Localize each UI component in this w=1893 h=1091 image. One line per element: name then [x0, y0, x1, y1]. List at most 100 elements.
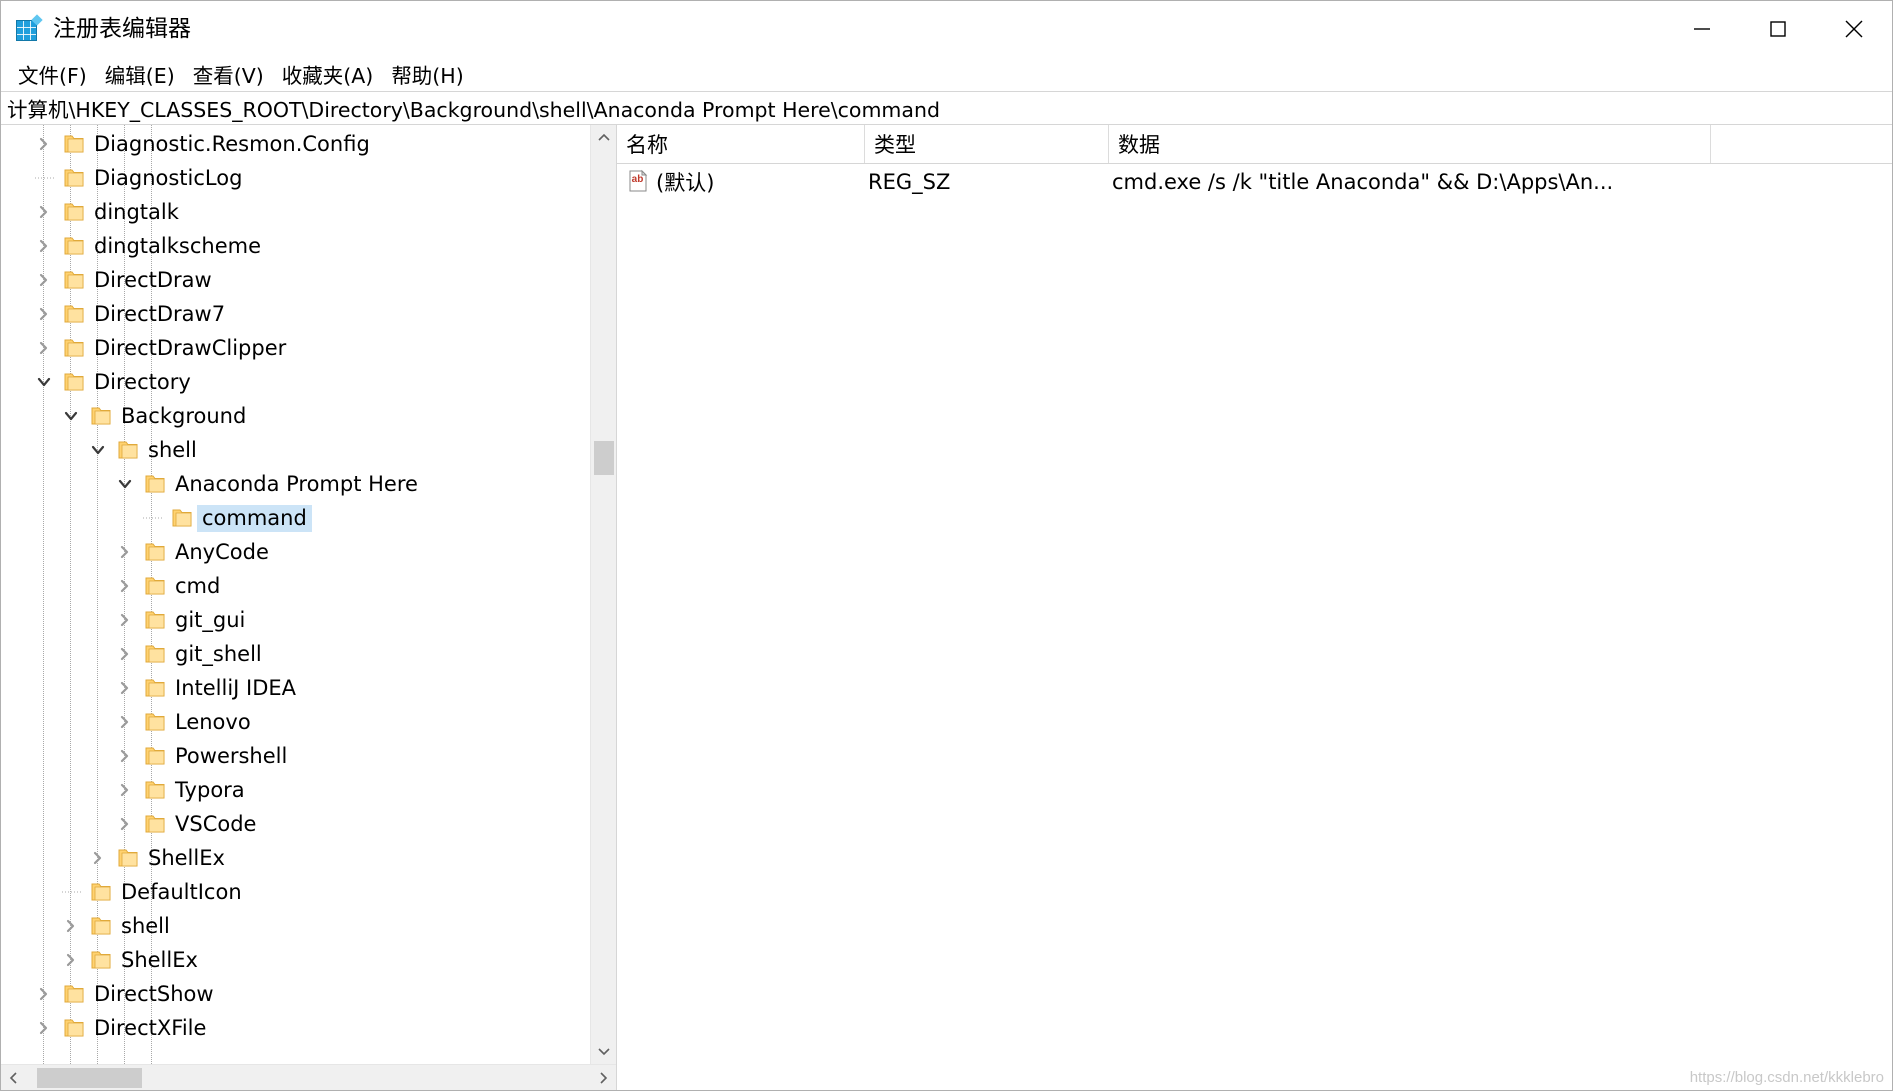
registry-values-pane: 名称 类型 数据 ab(默认)REG_SZcmd.exe /s /k "titl… — [617, 125, 1892, 1090]
tree-expand-toggle[interactable] — [110, 773, 140, 807]
chevron-right-icon — [37, 272, 51, 288]
scroll-down-button[interactable] — [591, 1038, 617, 1064]
folder-icon — [63, 1018, 85, 1038]
tree-connector-icon — [139, 501, 165, 535]
chevron-left-icon — [9, 1071, 19, 1085]
tree-expand-toggle[interactable] — [29, 977, 59, 1011]
folder-icon — [144, 712, 166, 732]
tree-item-dingtalk[interactable]: dingtalk — [1, 195, 590, 229]
tree-vscroll-track[interactable] — [591, 151, 617, 1038]
title-bar: 注册表编辑器 — [1, 1, 1892, 57]
tree-item-directxfile[interactable]: DirectXFile — [1, 1011, 590, 1045]
tree-item-label: git_shell — [170, 641, 267, 668]
values-list[interactable]: ab(默认)REG_SZcmd.exe /s /k "title Anacond… — [617, 164, 1892, 1090]
scroll-up-button[interactable] — [591, 125, 617, 151]
folder-icon — [144, 814, 166, 834]
tree-expand-toggle[interactable] — [29, 195, 59, 229]
tree-item-anycode[interactable]: AnyCode — [1, 535, 590, 569]
tree-expand-toggle[interactable] — [110, 671, 140, 705]
tree-hscroll-track[interactable] — [27, 1065, 590, 1091]
folder-icon — [140, 467, 170, 501]
tree-expand-toggle[interactable] — [110, 603, 140, 637]
maximize-button[interactable] — [1740, 1, 1816, 57]
tree-item-label: Anaconda Prompt Here — [170, 471, 423, 498]
tree-item-shellex[interactable]: ShellEx — [1, 943, 590, 977]
tree-item-anaconda-prompt-here[interactable]: Anaconda Prompt Here — [1, 467, 590, 501]
menu-view[interactable]: 查看(V) — [184, 57, 273, 91]
tree-expand-toggle[interactable] — [110, 637, 140, 671]
tree-item-lenovo[interactable]: Lenovo — [1, 705, 590, 739]
tree-expand-toggle[interactable] — [29, 127, 59, 161]
tree-expand-toggle[interactable] — [29, 331, 59, 365]
chevron-right-icon — [37, 1020, 51, 1036]
tree-expand-toggle[interactable] — [29, 1011, 59, 1045]
menu-favorites[interactable]: 收藏夹(A) — [273, 57, 383, 91]
tree-vertical-scrollbar[interactable] — [590, 125, 616, 1064]
tree-item-dingtalkscheme[interactable]: dingtalkscheme — [1, 229, 590, 263]
tree-item-label: Background — [116, 403, 251, 430]
chevron-right-icon — [118, 782, 132, 798]
tree-item-diagnostic-resmon-config[interactable]: Diagnostic.Resmon.Config — [1, 127, 590, 161]
tree-item-background[interactable]: Background — [1, 399, 590, 433]
tree-item-git-shell[interactable]: git_shell — [1, 637, 590, 671]
tree-item-label: ShellEx — [116, 947, 203, 974]
folder-icon — [144, 474, 166, 494]
tree-item-shell[interactable]: shell — [1, 433, 590, 467]
scroll-right-button[interactable] — [590, 1065, 616, 1091]
tree-item-vscode[interactable]: VSCode — [1, 807, 590, 841]
folder-icon — [113, 433, 143, 467]
value-row[interactable]: ab(默认)REG_SZcmd.exe /s /k "title Anacond… — [617, 164, 1892, 200]
scroll-left-button[interactable] — [1, 1065, 27, 1091]
tree-expand-toggle[interactable] — [56, 909, 86, 943]
address-bar[interactable]: 计算机\HKEY_CLASSES_ROOT\Directory\Backgrou… — [1, 91, 1892, 125]
tree-collapse-toggle[interactable] — [110, 467, 140, 501]
tree-item-directdraw[interactable]: DirectDraw — [1, 263, 590, 297]
tree-item-powershell[interactable]: Powershell — [1, 739, 590, 773]
tree-expand-toggle[interactable] — [110, 705, 140, 739]
menu-file[interactable]: 文件(F) — [9, 57, 96, 91]
tree-item-shellex[interactable]: ShellEx — [1, 841, 590, 875]
tree-expand-toggle[interactable] — [110, 807, 140, 841]
tree-vscroll-thumb[interactable] — [594, 441, 614, 475]
tree-item-cmd[interactable]: cmd — [1, 569, 590, 603]
column-header-type[interactable]: 类型 — [865, 125, 1109, 163]
menu-help[interactable]: 帮助(H) — [382, 57, 472, 91]
tree-item-directdraw7[interactable]: DirectDraw7 — [1, 297, 590, 331]
minimize-button[interactable] — [1664, 1, 1740, 57]
chevron-down-icon — [36, 375, 52, 389]
tree-expand-toggle[interactable] — [56, 943, 86, 977]
folder-icon — [144, 576, 166, 596]
chevron-right-icon — [118, 680, 132, 696]
folder-icon — [144, 644, 166, 664]
menu-edit[interactable]: 编辑(E) — [96, 57, 184, 91]
tree-item-directshow[interactable]: DirectShow — [1, 977, 590, 1011]
tree-expand-toggle[interactable] — [83, 841, 113, 875]
tree-item-intellij-idea[interactable]: IntelliJ IDEA — [1, 671, 590, 705]
tree-item-defaulticon[interactable]: DefaultIcon — [1, 875, 590, 909]
tree-collapse-toggle[interactable] — [29, 365, 59, 399]
tree-expand-toggle[interactable] — [29, 297, 59, 331]
registry-tree[interactable]: Diagnostic.Resmon.ConfigDiagnosticLogdin… — [1, 125, 590, 1064]
tree-expand-toggle[interactable] — [110, 535, 140, 569]
tree-item-git-gui[interactable]: git_gui — [1, 603, 590, 637]
tree-item-shell[interactable]: shell — [1, 909, 590, 943]
tree-hscroll-thumb[interactable] — [37, 1068, 142, 1088]
tree-item-typora[interactable]: Typora — [1, 773, 590, 807]
tree-item-directdrawclipper[interactable]: DirectDrawClipper — [1, 331, 590, 365]
tree-horizontal-scrollbar[interactable] — [1, 1064, 616, 1090]
close-button[interactable] — [1816, 1, 1892, 57]
tree-expand-toggle[interactable] — [29, 263, 59, 297]
tree-expand-toggle[interactable] — [29, 229, 59, 263]
tree-collapse-toggle[interactable] — [56, 399, 86, 433]
tree-item-command[interactable]: command — [1, 501, 590, 535]
tree-item-directory[interactable]: Directory — [1, 365, 590, 399]
tree-collapse-toggle[interactable] — [83, 433, 113, 467]
tree-expand-toggle[interactable] — [110, 739, 140, 773]
column-header-name[interactable]: 名称 — [617, 125, 865, 163]
chevron-right-icon — [37, 238, 51, 254]
column-header-data[interactable]: 数据 — [1109, 125, 1711, 163]
tree-item-diagnosticlog[interactable]: DiagnosticLog — [1, 161, 590, 195]
column-header-type-label: 类型 — [874, 129, 916, 159]
folder-icon — [144, 678, 166, 698]
tree-expand-toggle[interactable] — [110, 569, 140, 603]
